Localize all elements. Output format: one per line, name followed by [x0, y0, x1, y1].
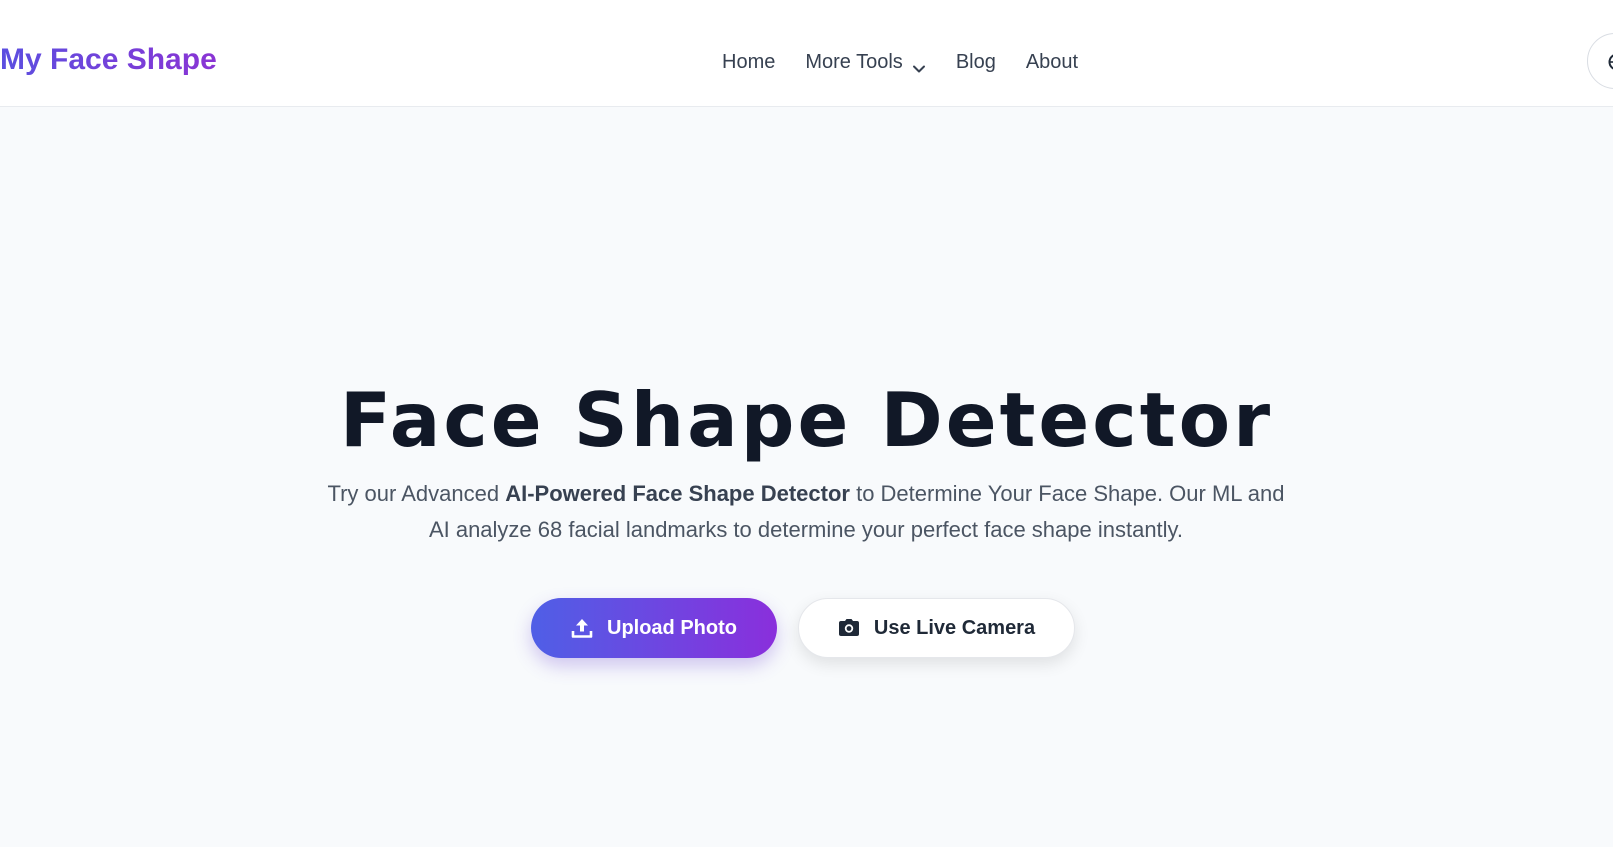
upload-photo-label: Upload Photo — [607, 616, 737, 639]
hero-title: Face Shape Detector — [339, 376, 1274, 464]
nav-blog-label: Blog — [955, 51, 996, 73]
chevron-down-icon — [912, 55, 926, 73]
nav-about-label: About — [1025, 51, 1079, 73]
hero-subtitle-intro: Try our Advanced — [327, 481, 506, 506]
upload-photo-button[interactable]: Upload Photo — [531, 598, 777, 658]
main-nav: Home More Tools Blog About — [722, 47, 1078, 77]
site-header: My Face Shape Home More Tools Blog About — [0, 0, 1613, 107]
live-camera-label: Use Live Camera — [873, 616, 1036, 639]
language-button[interactable] — [1587, 33, 1613, 89]
nav-more-tools[interactable]: More Tools — [805, 47, 925, 77]
live-camera-button[interactable]: Use Live Camera — [798, 598, 1075, 658]
nav-about[interactable]: About — [1026, 47, 1078, 77]
nav-more-tools-label: More Tools — [805, 51, 903, 73]
globe-icon — [1608, 54, 1613, 70]
camera-icon — [838, 618, 860, 638]
site-logo[interactable]: My Face Shape — [0, 42, 217, 78]
hero-subtitle-highlight: AI-Powered Face Shape Detector — [505, 481, 850, 506]
hero-subtitle: Try our Advanced AI-Powered Face Shape D… — [326, 476, 1286, 548]
nav-blog[interactable]: Blog — [956, 47, 996, 77]
nav-home[interactable]: Home — [722, 47, 775, 77]
nav-home-label: Home — [722, 51, 776, 73]
upload-icon — [571, 617, 593, 639]
